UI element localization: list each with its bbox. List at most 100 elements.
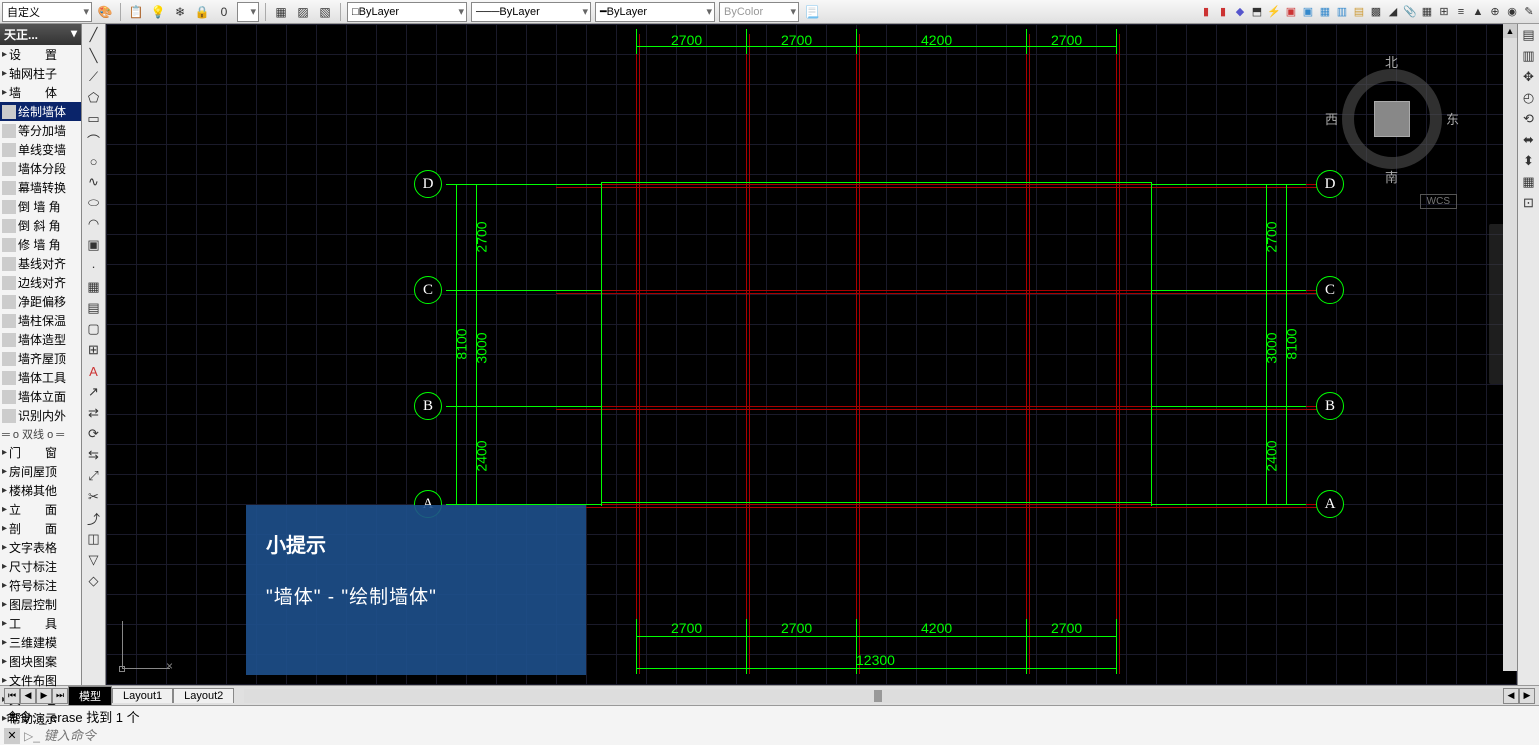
- menu-item[interactable]: 设 置: [0, 45, 81, 64]
- menu-item[interactable]: 墙体工具: [0, 368, 81, 387]
- rtool-6-icon[interactable]: ⬌: [1520, 131, 1538, 149]
- bulb-icon[interactable]: 💡: [149, 3, 167, 21]
- linetype-dropdown[interactable]: ─── ByLayer: [471, 2, 591, 22]
- table-icon[interactable]: ⊞: [85, 341, 103, 359]
- layer-tool-1-icon[interactable]: ▦: [272, 3, 290, 21]
- layer-tool-2-icon[interactable]: ▨: [294, 3, 312, 21]
- red-tool-icon[interactable]: ▮: [1198, 4, 1214, 20]
- command-input[interactable]: [44, 728, 1535, 743]
- menu-item[interactable]: 轴网柱子: [0, 64, 81, 83]
- mod-9-icon[interactable]: ▽: [85, 551, 103, 569]
- gradient-icon[interactable]: ▤: [85, 299, 103, 317]
- spline-icon[interactable]: ∿: [85, 173, 103, 191]
- circle-icon[interactable]: ○: [85, 152, 103, 170]
- menu-item[interactable]: 三维建模: [0, 633, 81, 652]
- tab-layout2[interactable]: Layout2: [173, 688, 234, 703]
- menu-item[interactable]: 楼梯其他: [0, 481, 81, 500]
- tool-8-icon[interactable]: ▦: [1317, 4, 1333, 20]
- tab-first-icon[interactable]: ⏮: [4, 688, 20, 704]
- arc-icon[interactable]: ⌒: [85, 131, 103, 149]
- mod-2-icon[interactable]: ⇄: [85, 404, 103, 422]
- menu-item[interactable]: 符号标注: [0, 576, 81, 595]
- rtool-7-icon[interactable]: ⬍: [1520, 152, 1538, 170]
- menu-item[interactable]: 墙柱保温: [0, 311, 81, 330]
- menu-item[interactable]: 立 面: [0, 500, 81, 519]
- tab-next-icon[interactable]: ▶: [36, 688, 52, 704]
- tool-15-icon[interactable]: ⊞: [1436, 4, 1452, 20]
- mod-4-icon[interactable]: ⇆: [85, 446, 103, 464]
- mod-8-icon[interactable]: ◫: [85, 530, 103, 548]
- menu-item[interactable]: 尺寸标注: [0, 557, 81, 576]
- menu-item[interactable]: 修 墙 角: [0, 235, 81, 254]
- custom-dropdown[interactable]: 自定义: [2, 2, 92, 22]
- line-icon[interactable]: ╱: [85, 26, 103, 44]
- viewcube[interactable]: 北 南 东 西: [1327, 54, 1457, 184]
- menu-item[interactable]: 倒 斜 角: [0, 216, 81, 235]
- blue-tool-icon[interactable]: ◆: [1232, 4, 1248, 20]
- tab-prev-icon[interactable]: ◀: [20, 688, 36, 704]
- tab-last-icon[interactable]: ⏭: [52, 688, 68, 704]
- menu-item[interactable]: 墙 体: [0, 83, 81, 102]
- tab-layout1[interactable]: Layout1: [112, 688, 173, 703]
- viewcube-east[interactable]: 东: [1446, 109, 1459, 128]
- menu-item[interactable]: 房间屋顶: [0, 462, 81, 481]
- block-icon[interactable]: ▣: [85, 236, 103, 254]
- mod-1-icon[interactable]: ↗: [85, 383, 103, 401]
- layer-dropdown[interactable]: □ ByLayer: [347, 2, 467, 22]
- panel-collapse-icon[interactable]: ▾: [71, 26, 77, 43]
- tool-14-icon[interactable]: ▦: [1419, 4, 1435, 20]
- text-icon[interactable]: A: [85, 362, 103, 380]
- rtool-1-icon[interactable]: ▤: [1520, 26, 1538, 44]
- scroll-right-icon[interactable]: ▶: [1519, 688, 1535, 704]
- layer-state-icon[interactable]: 📋: [127, 3, 145, 21]
- menu-item[interactable]: 基线对齐: [0, 254, 81, 273]
- tool-7-icon[interactable]: ▣: [1300, 4, 1316, 20]
- freeze-icon[interactable]: ❄: [171, 3, 189, 21]
- menu-item[interactable]: 幕墙转换: [0, 178, 81, 197]
- horizontal-scrollbar[interactable]: [244, 689, 1503, 703]
- menu-item[interactable]: 等分加墙: [0, 121, 81, 140]
- tool-19-icon[interactable]: ◉: [1504, 4, 1520, 20]
- menu-item[interactable]: 墙齐屋顶: [0, 349, 81, 368]
- point-icon[interactable]: ·: [85, 257, 103, 275]
- menu-item[interactable]: 墙体造型: [0, 330, 81, 349]
- layer-tool-3-icon[interactable]: ▧: [316, 3, 334, 21]
- menu-item[interactable]: 工 具: [0, 614, 81, 633]
- menu-item[interactable]: 边线对齐: [0, 273, 81, 292]
- rtool-8-icon[interactable]: ▦: [1520, 173, 1538, 191]
- ellipse-icon[interactable]: ⬭: [85, 194, 103, 212]
- layer-mini-dropdown[interactable]: [237, 2, 259, 22]
- menu-item[interactable]: 图层控制: [0, 595, 81, 614]
- tool-18-icon[interactable]: ⊕: [1487, 4, 1503, 20]
- menu-item[interactable]: 门 窗: [0, 443, 81, 462]
- tool-5-icon[interactable]: ⚡: [1266, 4, 1282, 20]
- rtool-5-icon[interactable]: ⟲: [1520, 110, 1538, 128]
- rtool-4-icon[interactable]: ◴: [1520, 89, 1538, 107]
- viewcube-west[interactable]: 西: [1325, 109, 1338, 128]
- rtool-9-icon[interactable]: ⊡: [1520, 194, 1538, 212]
- tab-model[interactable]: 模型: [68, 686, 112, 705]
- lock-icon[interactable]: 🔒: [193, 3, 211, 21]
- mod-3-icon[interactable]: ⟳: [85, 425, 103, 443]
- palette-icon[interactable]: 🎨: [96, 3, 114, 21]
- menu-item[interactable]: 倒 墙 角: [0, 197, 81, 216]
- tool-17-icon[interactable]: ▲: [1470, 4, 1486, 20]
- scroll-left-icon[interactable]: ◀: [1503, 688, 1519, 704]
- drawing-canvas[interactable]: 2700270042002700270027004200270012300270…: [106, 24, 1517, 685]
- viewcube-north[interactable]: 北: [1385, 52, 1398, 71]
- mod-7-icon[interactable]: ⤴: [85, 509, 103, 527]
- color-dropdown[interactable]: ByColor: [719, 2, 799, 22]
- menu-item[interactable]: 净距偏移: [0, 292, 81, 311]
- tool-10-icon[interactable]: ▤: [1351, 4, 1367, 20]
- hatch-icon[interactable]: ▦: [85, 278, 103, 296]
- rtool-2-icon[interactable]: ▥: [1520, 47, 1538, 65]
- xline-icon[interactable]: ╲: [85, 47, 103, 65]
- mod-6-icon[interactable]: ✂: [85, 488, 103, 506]
- mod-10-icon[interactable]: ◇: [85, 572, 103, 590]
- menu-item[interactable]: 识别内外: [0, 406, 81, 425]
- tool-20-icon[interactable]: ✎: [1521, 4, 1537, 20]
- rect-icon[interactable]: ▭: [85, 110, 103, 128]
- menu-item[interactable]: ═ o 双线 o ═: [0, 425, 81, 443]
- list-icon[interactable]: 📃: [803, 3, 821, 21]
- tool-12-icon[interactable]: ◢: [1385, 4, 1401, 20]
